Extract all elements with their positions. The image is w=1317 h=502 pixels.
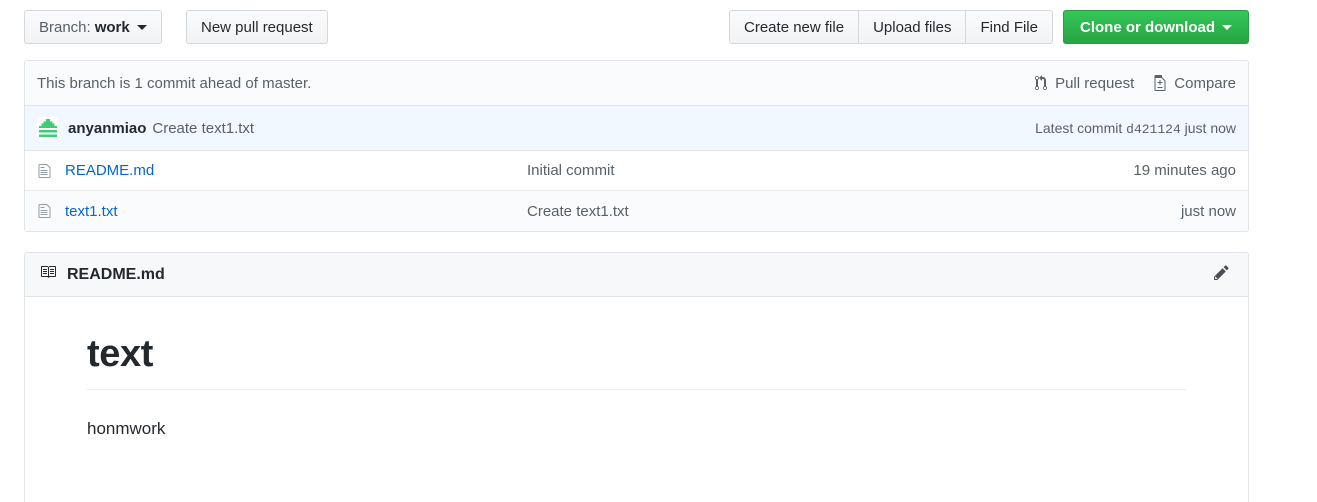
commit-message[interactable]: Create text1.txt bbox=[152, 120, 254, 137]
clone-or-download-label: Clone or download bbox=[1080, 18, 1215, 36]
file-icon bbox=[37, 163, 55, 179]
find-file-button[interactable]: Find File bbox=[966, 11, 1052, 43]
compare-link[interactable]: Compare bbox=[1154, 75, 1236, 92]
repository-file-browser: This branch is 1 commit ahead of master.… bbox=[24, 60, 1249, 232]
readme-header: README.md bbox=[25, 253, 1248, 297]
edit-readme-button[interactable] bbox=[1208, 262, 1234, 288]
upload-files-label: Upload files bbox=[873, 18, 952, 36]
branch-selector-button[interactable]: Branch: work bbox=[24, 10, 162, 44]
branch-prefix-label: Branch: bbox=[39, 18, 91, 36]
file-name-link[interactable]: README.md bbox=[65, 162, 527, 179]
branch-status-message: This branch is 1 commit ahead of master. bbox=[37, 74, 312, 92]
readme-panel: README.md text honmwork bbox=[24, 252, 1249, 502]
pull-request-link[interactable]: Pull request bbox=[1034, 75, 1134, 92]
file-diff-icon bbox=[1154, 75, 1167, 91]
repository-page: Branch: work New pull request Create new… bbox=[0, 0, 1317, 502]
create-new-file-button[interactable]: Create new file bbox=[730, 11, 860, 43]
file-commit-message[interactable]: Create text1.txt bbox=[527, 203, 1167, 220]
compare-label: Compare bbox=[1174, 74, 1236, 92]
branch-name-label: work bbox=[94, 18, 130, 36]
find-file-label: Find File bbox=[980, 18, 1038, 36]
readme-title: README.md bbox=[67, 265, 165, 283]
file-commit-message[interactable]: Initial commit bbox=[527, 162, 1119, 179]
readme-header-left: README.md bbox=[39, 264, 165, 285]
latest-commit-bar: anyanmiao Create text1.txt Latest commit… bbox=[25, 106, 1248, 151]
clone-or-download-button[interactable]: Clone or download bbox=[1063, 10, 1249, 44]
file-commit-age: just now bbox=[1180, 202, 1236, 220]
file-name-link[interactable]: text1.txt bbox=[65, 203, 527, 220]
chevron-down-icon bbox=[1222, 24, 1232, 30]
commit-sha[interactable]: d421124 bbox=[1126, 122, 1181, 137]
readme-paragraph: honmwork bbox=[87, 418, 166, 438]
latest-commit-label: Latest commit bbox=[1035, 119, 1123, 136]
chevron-down-icon bbox=[136, 24, 147, 30]
new-pull-request-label: New pull request bbox=[201, 18, 313, 36]
latest-commit-meta: Latest commit d421124 just now bbox=[1035, 120, 1236, 137]
commit-author-name[interactable]: anyanmiao bbox=[68, 120, 146, 137]
table-row[interactable]: text1.txt Create text1.txt just now bbox=[25, 191, 1248, 231]
file-commit-age: 19 minutes ago bbox=[1133, 162, 1236, 179]
table-row[interactable]: README.md Initial commit 19 minutes ago bbox=[25, 151, 1248, 191]
create-new-file-label: Create new file bbox=[744, 18, 845, 36]
avatar[interactable] bbox=[37, 117, 59, 139]
new-pull-request-button[interactable]: New pull request bbox=[186, 10, 328, 44]
pencil-icon bbox=[1213, 264, 1230, 286]
branch-status-bar: This branch is 1 commit ahead of master.… bbox=[25, 61, 1248, 106]
upload-files-button[interactable]: Upload files bbox=[859, 11, 967, 43]
git-pull-request-icon bbox=[1034, 75, 1048, 91]
latest-commit-author-group: anyanmiao Create text1.txt bbox=[37, 117, 254, 139]
toolbar-right-group: Create new file Upload files Find File C… bbox=[729, 10, 1249, 44]
repo-toolbar: Branch: work New pull request Create new… bbox=[24, 10, 1249, 46]
readme-content: text honmwork bbox=[25, 297, 1248, 441]
commit-age: just now bbox=[1184, 119, 1236, 136]
pull-request-label: Pull request bbox=[1055, 74, 1135, 92]
file-icon bbox=[37, 203, 55, 219]
file-actions-button-group: Create new file Upload files Find File bbox=[729, 10, 1053, 44]
branch-status-actions: Pull request Compare bbox=[1034, 75, 1236, 92]
book-icon bbox=[39, 264, 57, 285]
readme-heading: text bbox=[87, 331, 1186, 390]
